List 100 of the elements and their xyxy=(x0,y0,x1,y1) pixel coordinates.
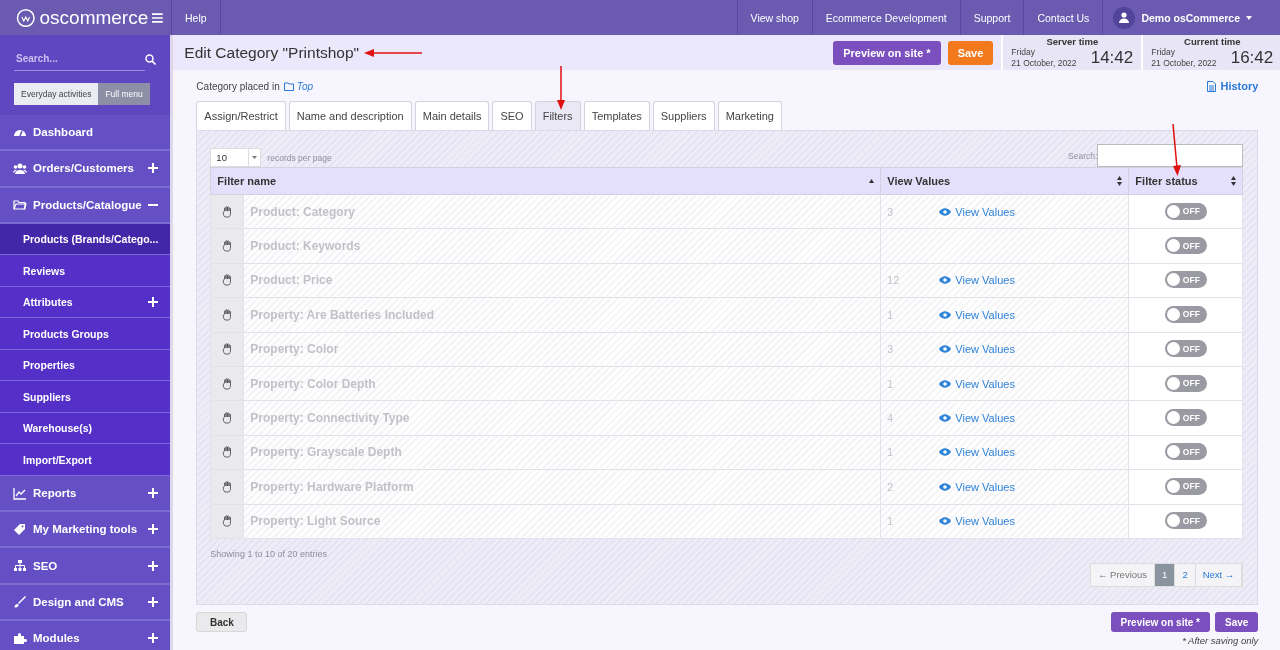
puzzle-icon xyxy=(13,631,27,645)
pagination-button[interactable]: 1 xyxy=(1155,563,1176,586)
caret-icon xyxy=(252,156,258,159)
folder-icon xyxy=(13,198,27,212)
line-chart-icon xyxy=(13,486,27,500)
table-cell: Property: Grayscale Depth xyxy=(243,435,881,470)
value-count: 1 xyxy=(887,446,895,459)
preview-button[interactable]: Preview on site * xyxy=(833,40,941,65)
submenu-item[interactable]: Attributes xyxy=(0,286,171,319)
top-category-link[interactable]: Top xyxy=(296,80,314,92)
drag-hand-icon[interactable] xyxy=(221,240,233,253)
drag-hand-icon[interactable] xyxy=(221,377,233,390)
view-values-link[interactable]: View Values xyxy=(939,274,1015,287)
drag-hand-icon[interactable] xyxy=(221,343,233,356)
eye-icon xyxy=(939,276,952,285)
tab[interactable]: Main details xyxy=(414,101,490,130)
submenu-item[interactable]: Suppliers xyxy=(0,381,171,413)
search-label: Search: xyxy=(1068,150,1098,161)
sitemap-icon xyxy=(13,559,27,573)
drag-hand-icon[interactable] xyxy=(221,308,233,321)
clock-date: 21 October, 2022 xyxy=(1151,58,1217,69)
submenu-item[interactable]: Products Groups xyxy=(0,318,171,350)
menu-item[interactable]: Orders/Customers xyxy=(0,151,171,188)
preview-button[interactable]: Preview on site * xyxy=(1110,612,1210,632)
table-cell: Product: Keywords xyxy=(243,228,881,264)
tab[interactable]: Templates xyxy=(583,101,650,130)
menu-item[interactable]: Modules xyxy=(0,621,171,650)
menu-item[interactable]: Reports xyxy=(0,475,171,513)
history-link[interactable]: History xyxy=(1207,80,1259,92)
annotation-arrow xyxy=(364,48,424,58)
back-button[interactable]: Back xyxy=(196,612,248,632)
logo-text[interactable]: oscommerce xyxy=(39,6,149,29)
tab[interactable]: Suppliers xyxy=(652,101,715,130)
tab[interactable]: Assign/Restrict xyxy=(196,101,286,130)
search-icon xyxy=(145,53,157,65)
column-header[interactable]: Filter name xyxy=(210,167,881,195)
user-menu[interactable]: Demo osCommerce xyxy=(1141,11,1240,24)
search-field[interactable]: Search... xyxy=(14,47,146,71)
drag-hand-icon[interactable] xyxy=(221,274,233,287)
value-count: 12 xyxy=(887,274,901,287)
tab[interactable]: Marketing xyxy=(717,101,782,130)
submenu-item[interactable]: Import/Export xyxy=(0,444,171,476)
view-values-link[interactable]: View Values xyxy=(939,343,1015,356)
sort-ascending-icon[interactable] xyxy=(869,179,875,183)
folder-icon xyxy=(283,81,294,91)
table-cell: Property: Hardware Platform xyxy=(243,469,881,504)
category-path-label: Category placed in xyxy=(196,80,280,92)
annotation-arrow xyxy=(1170,124,1182,176)
search-field[interactable] xyxy=(1097,144,1244,167)
drag-hand-icon[interactable] xyxy=(221,412,233,425)
drag-hand-icon[interactable] xyxy=(221,205,233,218)
value-count: 1 xyxy=(887,377,895,390)
view-values-link[interactable]: View Values xyxy=(939,412,1015,425)
value-count: 3 xyxy=(887,205,895,218)
sort-icon[interactable] xyxy=(1117,176,1123,186)
tab[interactable]: SEO xyxy=(492,101,532,130)
clock-date: 21 October, 2022 xyxy=(1011,58,1077,69)
value-count: 1 xyxy=(887,515,895,528)
pagination-button[interactable]: 2 xyxy=(1175,563,1196,586)
view-values-link[interactable]: View Values xyxy=(939,377,1015,390)
submenu-item[interactable]: Properties xyxy=(0,349,171,382)
table-cell: Property: Connectivity Type xyxy=(243,400,881,436)
menu-item[interactable]: SEO xyxy=(0,548,171,585)
value-count: 1 xyxy=(887,308,895,321)
per-page-select[interactable]: 10 xyxy=(210,148,262,167)
menu-item[interactable]: Design and CMS xyxy=(0,584,171,622)
table-cell: Property: Are Batteries Included xyxy=(243,297,881,333)
caret-icon[interactable] xyxy=(1246,15,1252,20)
view-values-link[interactable]: View Values xyxy=(939,205,1015,218)
eye-icon xyxy=(939,345,952,354)
submenu-item[interactable]: Warehouse(s) xyxy=(0,412,171,445)
menu-item[interactable]: Products/Catalogue xyxy=(0,187,171,224)
mode-tab[interactable]: Full menu xyxy=(98,83,150,105)
tab[interactable]: Filters xyxy=(534,101,581,130)
drag-hand-icon[interactable] xyxy=(221,480,233,493)
tab[interactable]: Name and description xyxy=(288,101,412,130)
eye-icon xyxy=(939,310,952,319)
value-count: 3 xyxy=(887,343,895,356)
submenu-item[interactable]: Reviews xyxy=(0,255,171,287)
column-header[interactable]: Filter status xyxy=(1128,167,1243,195)
table-cell: Property: Color Depth xyxy=(243,366,881,401)
table-cell: Property: Color xyxy=(243,332,881,367)
save-button[interactable]: Save xyxy=(1215,612,1259,632)
submenu-item[interactable]: Products (Brands/Catego... xyxy=(0,223,171,256)
mode-tab[interactable]: Everyday activities xyxy=(14,83,99,105)
menu-item[interactable]: Dashboard xyxy=(0,115,171,152)
view-values-link[interactable]: View Values xyxy=(939,446,1015,459)
column-header[interactable]: View Values xyxy=(880,167,1129,195)
drag-hand-icon[interactable] xyxy=(221,446,233,459)
table-cell: Product: Category xyxy=(243,194,881,229)
view-values-link[interactable]: View Values xyxy=(939,515,1015,528)
drag-hand-icon[interactable] xyxy=(221,515,233,528)
pagination-button[interactable]: Next → xyxy=(1195,563,1243,586)
view-values-link[interactable]: View Values xyxy=(939,480,1015,493)
sort-icon[interactable] xyxy=(1231,176,1237,186)
view-values-link[interactable]: View Values xyxy=(939,308,1015,321)
page-title: Edit Category "Printshop" xyxy=(184,43,360,62)
eye-icon xyxy=(939,448,952,457)
menu-icon[interactable] xyxy=(152,12,163,23)
menu-item[interactable]: My Marketing tools xyxy=(0,512,171,549)
